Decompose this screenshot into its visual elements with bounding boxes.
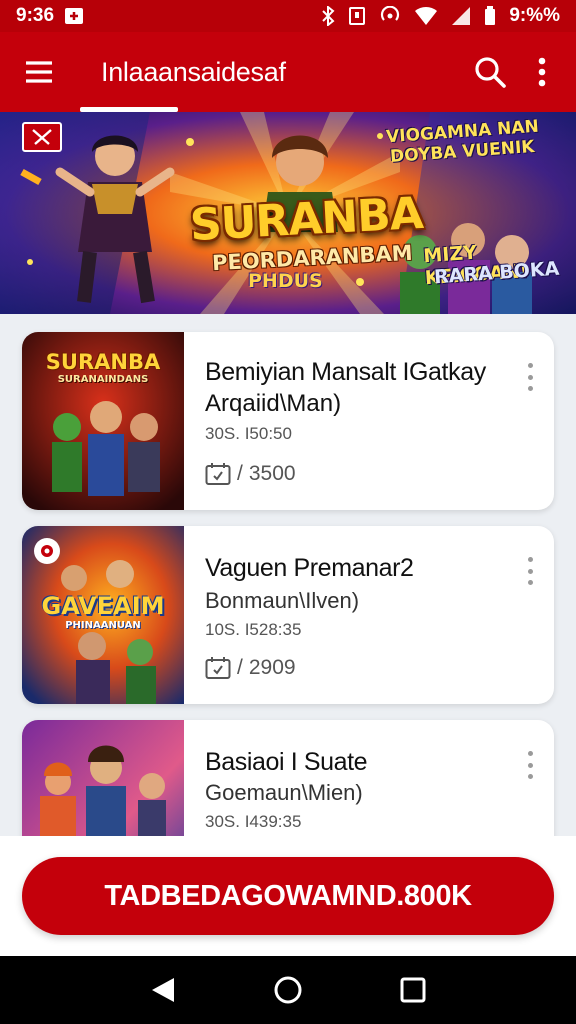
thumbnail-subtitle: PHINAANUAN <box>65 620 141 631</box>
back-icon <box>151 978 174 1002</box>
game-count: 2909 <box>248 656 296 679</box>
game-meta: 30S. I439:35 <box>205 812 302 831</box>
nfc-icon <box>348 6 366 26</box>
game-subtitle: Goemaun\Mien) <box>205 780 363 805</box>
home-icon <box>274 976 302 1004</box>
more-vert-icon <box>538 57 546 87</box>
game-count-row: / 3500 <box>205 462 296 486</box>
count-separator: / <box>237 462 243 485</box>
home-button[interactable] <box>258 960 318 1020</box>
game-subtitle: Bonmaun\Ilven) <box>205 588 360 613</box>
recents-button[interactable] <box>383 960 443 1020</box>
menu-icon <box>26 61 52 83</box>
game-thumbnail: GAVEAIM PHINAANUAN <box>22 526 184 704</box>
game-card[interactable]: SURANBA SURANAINDANS Bemiyian Mansalt IG… <box>22 332 554 510</box>
more-options-button[interactable] <box>518 554 542 588</box>
search-button[interactable] <box>464 46 516 98</box>
banner-tag: PHDUS <box>248 270 323 292</box>
game-title: Vaguen Premanar2 <box>205 554 414 582</box>
game-meta: 30S. I50:50 <box>205 424 292 443</box>
battery-icon <box>484 6 496 26</box>
thumbnail-title: GAVEAIM <box>41 592 165 620</box>
battery-percent: 9:%% <box>509 5 560 26</box>
status-time: 9:36 <box>16 5 55 26</box>
search-icon <box>475 57 506 88</box>
hotspot-icon <box>379 6 401 26</box>
recents-icon <box>400 977 426 1003</box>
menu-button[interactable] <box>13 46 65 98</box>
game-meta: 10S. I528:35 <box>205 620 302 639</box>
app-title: Inlaaansaidesaf <box>101 56 286 87</box>
game-card[interactable]: GAVEAIM PHINAANUAN Vaguen Premanar2 Bonm… <box>22 526 554 704</box>
media-icon <box>64 7 84 25</box>
count-separator: / <box>237 656 243 679</box>
badge-icon <box>34 538 60 564</box>
game-subtitle: Arqaiid\Man) <box>205 390 342 417</box>
game-thumbnail: SURANBA SURANAINDANS <box>22 332 184 510</box>
more-options-button[interactable] <box>518 360 542 394</box>
calendar-check-icon <box>205 463 231 485</box>
swords-icon <box>32 129 52 145</box>
status-bar: 9:36 9:%% <box>0 0 576 32</box>
banner-badge <box>22 122 62 152</box>
thumbnail-subtitle: SURANAINDANS <box>57 374 149 385</box>
game-title: Bemiyian Mansalt IGatkay <box>205 358 486 386</box>
game-count-row: / 2909 <box>205 656 296 680</box>
back-button[interactable] <box>133 960 193 1020</box>
bluetooth-icon <box>321 6 335 26</box>
system-nav-bar <box>0 956 576 1024</box>
primary-cta-button[interactable]: TADBEDAGOWAMND.800K <box>22 857 554 935</box>
game-count: 3500 <box>248 462 296 485</box>
calendar-check-icon <box>205 657 231 679</box>
featured-banner[interactable]: SURANBA PEORDARANBAM PHDUS VIOGAMNA NAN … <box>0 112 576 314</box>
more-options-button[interactable] <box>516 46 568 98</box>
signal-icon <box>451 6 471 26</box>
game-title: Basiaoi I Suate <box>205 748 368 776</box>
thumbnail-title: SURANBA <box>45 350 161 374</box>
app-bar: Inlaaansaidesaf <box>0 32 576 112</box>
more-options-button[interactable] <box>518 748 542 782</box>
wifi-icon <box>414 6 438 26</box>
